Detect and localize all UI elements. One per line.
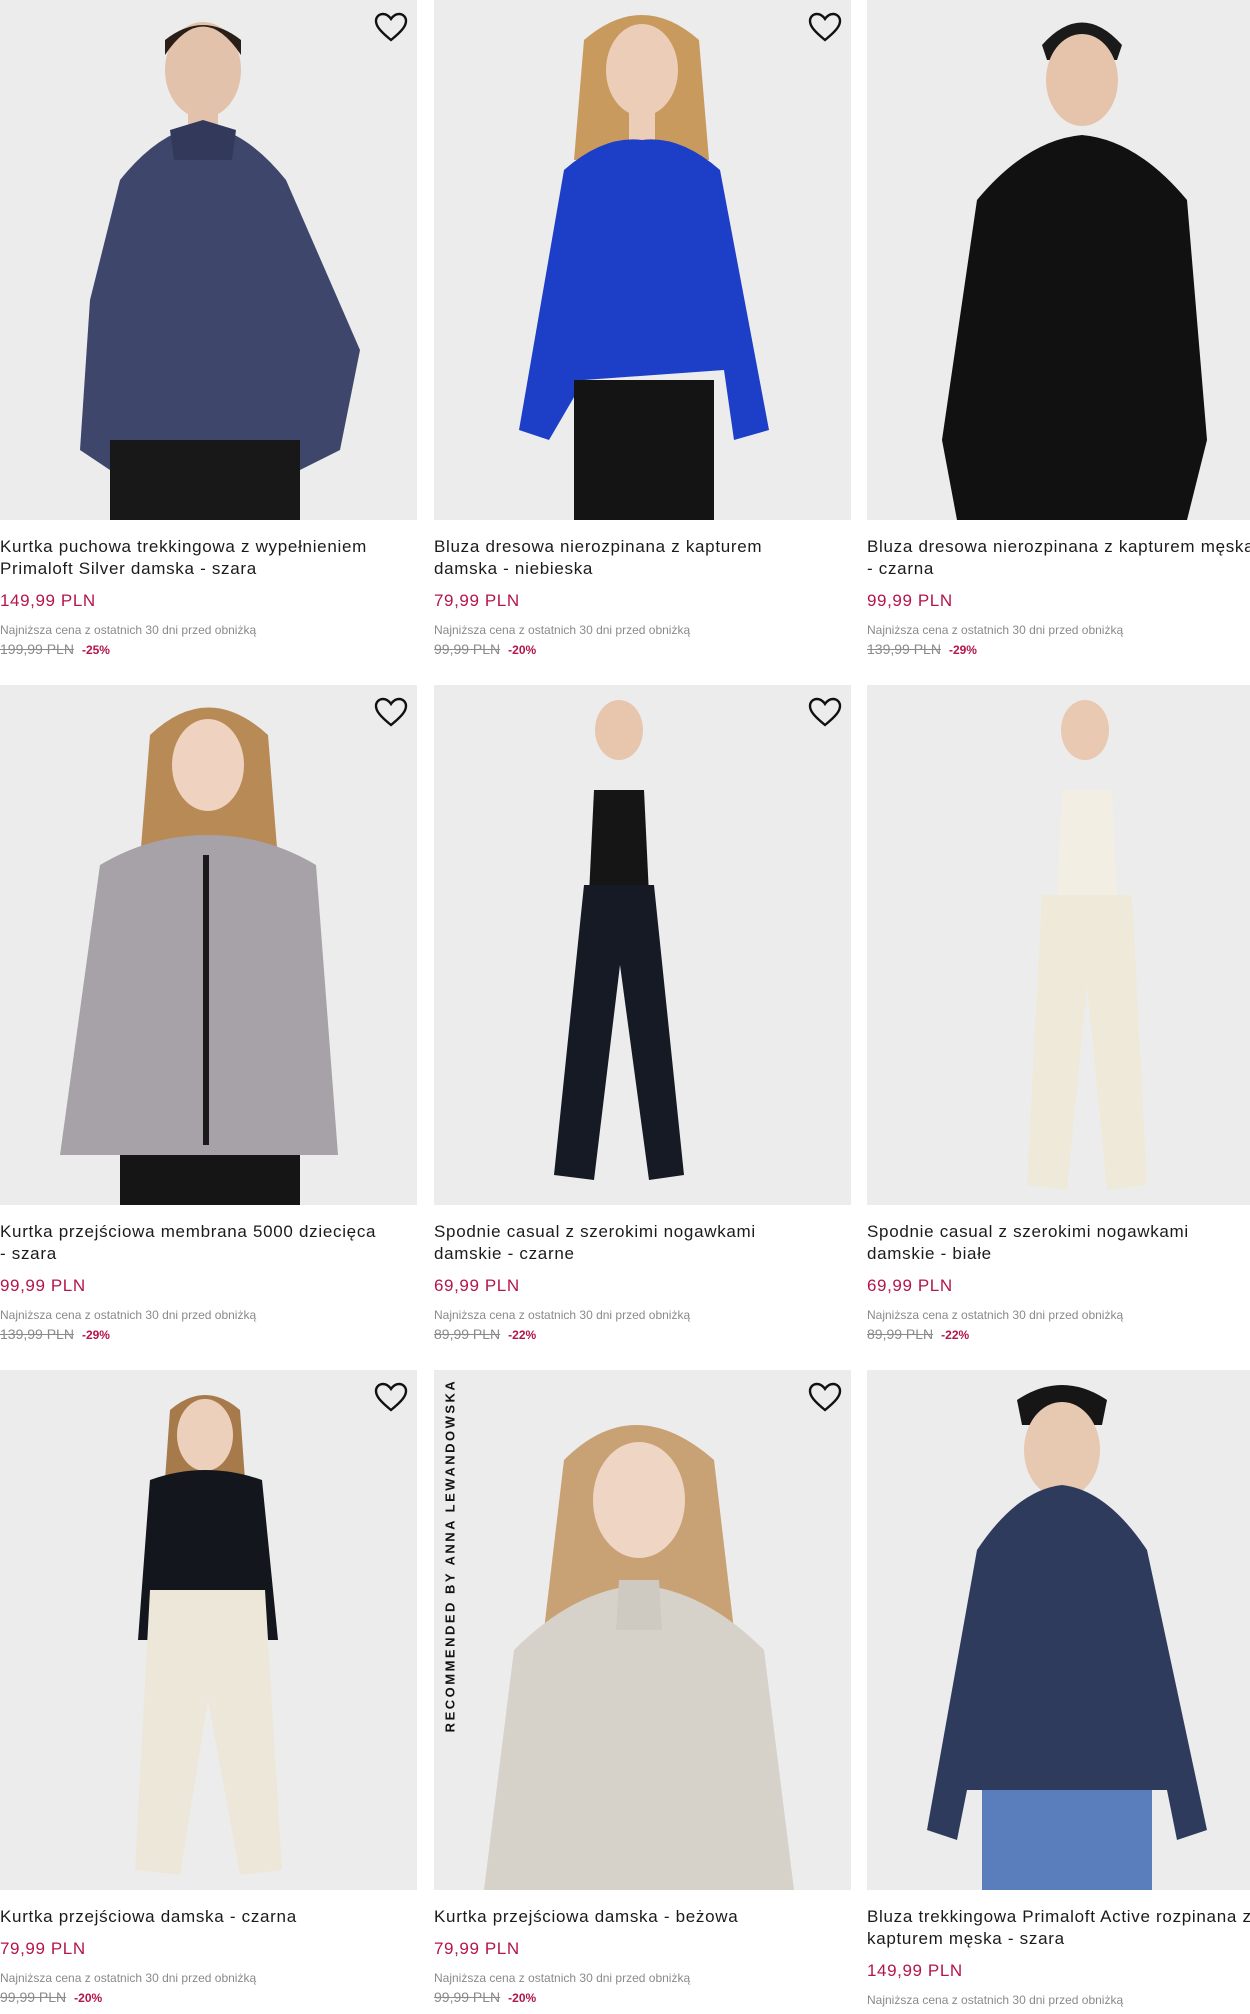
- product-card[interactable]: Bluza dresowa nierozpinana z kapturem mę…: [867, 0, 1250, 658]
- product-photo: [434, 1370, 851, 1890]
- product-title[interactable]: Bluza trekkingowa Primaloft Active rozpi…: [867, 1906, 1250, 1950]
- old-price-row: 139,99 PLN -29%: [867, 641, 1250, 658]
- old-price: 89,99 PLN: [434, 1326, 501, 1342]
- discount-badge: -29%: [81, 1328, 110, 1342]
- product-title[interactable]: Spodnie casual z szerokimi nogawkami dams…: [867, 1221, 1250, 1265]
- lowest-price-label: Najniższa cena z ostatnich 30 dni przed …: [434, 1308, 691, 1322]
- product-price: 149,99 PLN: [0, 591, 96, 610]
- lowest-price-label: Najniższa cena z ostatnich 30 dni przed …: [0, 623, 257, 637]
- favorite-button[interactable]: [373, 694, 409, 730]
- product-image[interactable]: [867, 1370, 1250, 1890]
- product-title[interactable]: Kurtka puchowa trekkingowa z wypełnienie…: [0, 536, 417, 580]
- old-price: 89,99 PLN: [867, 1326, 934, 1342]
- product-photo: [434, 685, 851, 1205]
- product-price: 79,99 PLN: [434, 591, 520, 610]
- old-price: 139,99 PLN: [0, 1326, 74, 1342]
- discount-badge: -20%: [508, 1991, 537, 2005]
- product-photo: [867, 0, 1250, 520]
- product-image[interactable]: [0, 1370, 417, 1890]
- discount-badge: -25%: [81, 643, 110, 657]
- product-title[interactable]: Spodnie casual z szerokimi nogawkami dams…: [434, 1221, 851, 1265]
- heart-outline-icon: [374, 697, 408, 727]
- favorite-button[interactable]: [373, 1379, 409, 1415]
- product-title[interactable]: Bluza dresowa nierozpinana z kapturem dam…: [434, 536, 851, 580]
- old-price-row: 99,99 PLN -20%: [0, 1989, 417, 2006]
- old-price-row: 99,99 PLN -20%: [434, 641, 851, 658]
- product-card[interactable]: Spodnie casual z szerokimi nogawkami dams…: [867, 685, 1250, 1343]
- old-price: 99,99 PLN: [434, 1989, 501, 2005]
- lowest-price-label: Najniższa cena z ostatnich 30 dni przed …: [867, 1993, 1124, 2007]
- product-photo: [0, 685, 417, 1205]
- discount-badge: -20%: [508, 643, 537, 657]
- product-card[interactable]: Kurtka przejściowa membrana 5000 dziecię…: [0, 685, 417, 1343]
- product-image[interactable]: [0, 685, 417, 1205]
- product-photo: [867, 685, 1250, 1205]
- lowest-price-label: Najniższa cena z ostatnich 30 dni przed …: [867, 623, 1124, 637]
- product-card[interactable]: Bluza dresowa nierozpinana z kapturem dam…: [434, 0, 851, 658]
- lowest-price-label: Najniższa cena z ostatnich 30 dni przed …: [867, 1308, 1124, 1322]
- product-image[interactable]: [867, 0, 1250, 520]
- old-price: 99,99 PLN: [0, 1989, 67, 2005]
- product-price: 79,99 PLN: [434, 1939, 520, 1958]
- old-price: 99,99 PLN: [434, 641, 501, 657]
- product-image[interactable]: [0, 0, 417, 520]
- lowest-price-label: Najniższa cena z ostatnich 30 dni przed …: [0, 1308, 257, 1322]
- product-photo: [434, 0, 851, 520]
- discount-badge: -29%: [948, 643, 977, 657]
- heart-outline-icon: [374, 12, 408, 42]
- product-title[interactable]: Bluza dresowa nierozpinana z kapturem mę…: [867, 536, 1250, 580]
- favorite-button[interactable]: [807, 1379, 843, 1415]
- lowest-price-label: Najniższa cena z ostatnich 30 dni przed …: [434, 623, 691, 637]
- product-title[interactable]: Kurtka przejściowa damska - beżowa: [434, 1906, 851, 1928]
- product-image[interactable]: [867, 685, 1250, 1205]
- product-price: 69,99 PLN: [434, 1276, 520, 1295]
- product-price: 69,99 PLN: [867, 1276, 953, 1295]
- favorite-button[interactable]: [807, 694, 843, 730]
- product-price: 99,99 PLN: [867, 591, 953, 610]
- old-price-row: 139,99 PLN -29%: [0, 1326, 417, 1343]
- product-card[interactable]: Spodnie casual z szerokimi nogawkami dams…: [434, 685, 851, 1343]
- heart-outline-icon: [808, 697, 842, 727]
- product-card[interactable]: Bluza trekkingowa Primaloft Active rozpi…: [867, 1370, 1250, 2008]
- product-photo: [0, 1370, 417, 1890]
- heart-outline-icon: [808, 1382, 842, 1412]
- discount-badge: -22%: [508, 1328, 537, 1342]
- product-price: 149,99 PLN: [867, 1961, 963, 1980]
- discount-badge: -20%: [74, 1991, 103, 2005]
- product-card[interactable]: Kurtka puchowa trekkingowa z wypełnienie…: [0, 0, 417, 658]
- favorite-button[interactable]: [373, 9, 409, 45]
- product-card[interactable]: Kurtka przejściowa damska - czarna 79,99…: [0, 1370, 417, 2006]
- product-title[interactable]: Kurtka przejściowa membrana 5000 dziecię…: [0, 1221, 417, 1265]
- product-card[interactable]: RECOMMENDED BY ANNA LEWANDOWSKA Kurtka p…: [434, 1370, 851, 2006]
- lowest-price-label: Najniższa cena z ostatnich 30 dni przed …: [0, 1971, 257, 1985]
- old-price: 139,99 PLN: [867, 641, 941, 657]
- recommended-badge: RECOMMENDED BY ANNA LEWANDOWSKA: [442, 1378, 458, 1732]
- product-photo: [0, 0, 417, 520]
- old-price-row: 199,99 PLN -25%: [0, 641, 417, 658]
- heart-outline-icon: [808, 12, 842, 42]
- product-title[interactable]: Kurtka przejściowa damska - czarna: [0, 1906, 417, 1928]
- heart-outline-icon: [374, 1382, 408, 1412]
- product-image[interactable]: RECOMMENDED BY ANNA LEWANDOWSKA: [434, 1370, 851, 1890]
- discount-badge: -22%: [941, 1328, 970, 1342]
- product-image[interactable]: [434, 0, 851, 520]
- old-price-row: 89,99 PLN -22%: [434, 1326, 851, 1343]
- old-price: 199,99 PLN: [0, 641, 74, 657]
- lowest-price-label: Najniższa cena z ostatnich 30 dni przed …: [434, 1971, 691, 1985]
- product-image[interactable]: [434, 685, 851, 1205]
- old-price-row: 99,99 PLN -20%: [434, 1989, 851, 2006]
- product-grid: Kurtka puchowa trekkingowa z wypełnienie…: [0, 0, 1250, 2014]
- favorite-button[interactable]: [807, 9, 843, 45]
- product-photo: [867, 1370, 1250, 1890]
- old-price-row: 89,99 PLN -22%: [867, 1326, 1250, 1343]
- product-price: 99,99 PLN: [0, 1276, 86, 1295]
- product-price: 79,99 PLN: [0, 1939, 86, 1958]
